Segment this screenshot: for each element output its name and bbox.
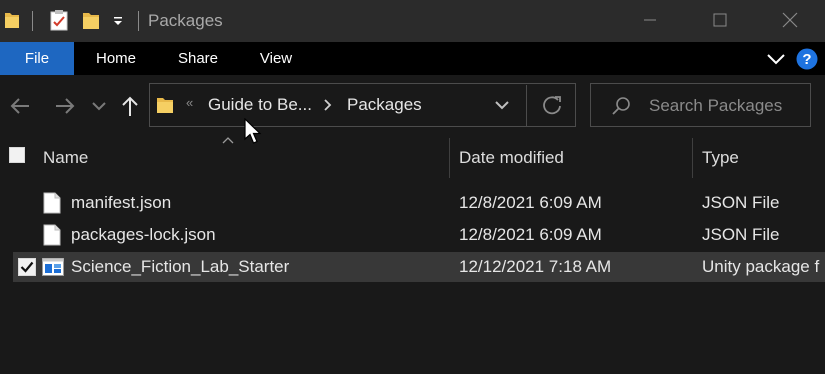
chevron-down-icon xyxy=(92,102,106,111)
properties-icon[interactable] xyxy=(50,10,68,31)
chevron-down-icon[interactable] xyxy=(492,97,512,113)
divider xyxy=(32,11,33,31)
document-icon xyxy=(43,224,61,246)
new-folder-icon[interactable] xyxy=(82,11,100,30)
arrow-up-icon xyxy=(122,96,138,116)
file-date: 12/8/2021 6:09 AM xyxy=(459,193,602,212)
tab-file[interactable]: File xyxy=(0,42,74,75)
select-all-checkbox[interactable] xyxy=(9,147,25,163)
svg-text:?: ? xyxy=(802,51,811,68)
search-icon xyxy=(612,97,630,115)
address-bar[interactable]: « Guide to Be... Packages xyxy=(149,83,576,127)
divider xyxy=(526,85,527,126)
chevron-down-icon[interactable] xyxy=(763,50,789,68)
mouse-cursor-icon xyxy=(244,118,262,144)
arrow-right-icon xyxy=(56,98,75,114)
file-row[interactable]: Science_Fiction_Lab_Starter 12/12/2021 7… xyxy=(13,252,825,282)
file-name: packages-lock.json xyxy=(71,225,216,244)
folder-icon xyxy=(157,98,173,113)
breadcrumb-item[interactable]: Packages xyxy=(347,95,422,115)
column-header-date[interactable]: Date modified xyxy=(459,148,564,168)
file-name: manifest.json xyxy=(71,193,172,212)
forward-button[interactable] xyxy=(51,92,79,120)
tab-view[interactable]: View xyxy=(244,42,308,75)
up-button[interactable] xyxy=(116,92,144,120)
column-header-name[interactable]: Name xyxy=(43,148,88,168)
file-type: Unity package f xyxy=(702,257,820,276)
customize-toolbar-icon[interactable] xyxy=(112,14,124,28)
document-icon xyxy=(43,192,61,214)
navigation-bar: « Guide to Be... Packages xyxy=(0,75,825,136)
column-header-type[interactable]: Type xyxy=(702,148,739,168)
maximize-icon xyxy=(713,13,727,27)
title-bar: Packages xyxy=(0,0,825,42)
window-title: Packages xyxy=(148,11,223,30)
row-checkbox[interactable] xyxy=(18,258,36,276)
file-name: Science_Fiction_Lab_Starter xyxy=(71,257,290,276)
minimize-icon xyxy=(644,19,656,21)
unity-package-icon xyxy=(42,258,64,276)
column-headers: Name Date modified Type xyxy=(0,136,825,180)
file-type: JSON File xyxy=(702,225,780,244)
file-type: JSON File xyxy=(702,193,780,212)
breadcrumb-item[interactable]: Guide to Be... xyxy=(208,95,312,115)
recent-locations-button[interactable] xyxy=(88,92,110,120)
minimize-button[interactable] xyxy=(615,0,685,40)
search-input[interactable] xyxy=(649,94,805,118)
tab-share[interactable]: Share xyxy=(166,42,230,75)
file-row[interactable]: manifest.json 12/8/2021 6:09 AM JSON Fil… xyxy=(13,188,825,218)
maximize-button[interactable] xyxy=(685,0,755,40)
divider xyxy=(138,11,139,31)
close-icon xyxy=(782,12,798,28)
file-row[interactable]: packages-lock.json 12/8/2021 6:09 AM JSO… xyxy=(13,220,825,250)
close-button[interactable] xyxy=(755,0,825,40)
tab-home[interactable]: Home xyxy=(81,42,151,75)
file-date: 12/8/2021 6:09 AM xyxy=(459,225,602,244)
breadcrumb-overflow[interactable]: « xyxy=(186,95,193,110)
column-divider[interactable] xyxy=(449,138,450,178)
refresh-icon[interactable] xyxy=(539,94,567,116)
help-icon[interactable]: ? xyxy=(796,48,818,70)
column-divider[interactable] xyxy=(692,138,693,178)
chevron-right-icon[interactable] xyxy=(322,97,334,113)
arrow-left-icon xyxy=(10,98,29,114)
search-box[interactable] xyxy=(590,83,811,127)
ribbon-tabs: File Home Share View ? xyxy=(0,42,825,75)
sort-ascending-icon xyxy=(222,137,234,144)
back-button[interactable] xyxy=(6,92,34,120)
file-date: 12/12/2021 7:18 AM xyxy=(459,257,612,276)
folder-icon xyxy=(5,13,19,28)
